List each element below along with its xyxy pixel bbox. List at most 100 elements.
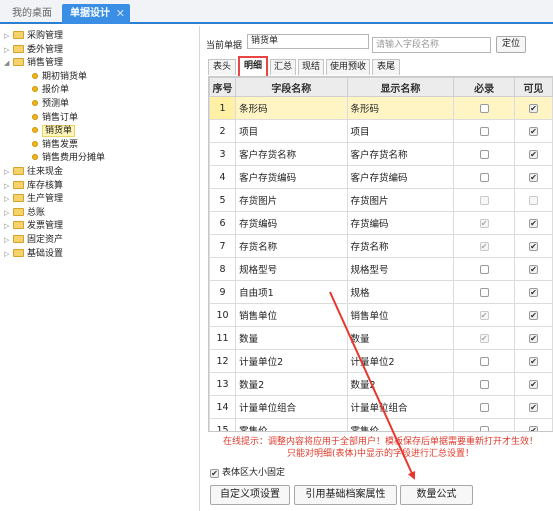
tree-folder[interactable]: ▷ 固定资产 [4, 234, 63, 247]
display-name-cell: 客户存货编码 [346, 165, 455, 189]
required-checkbox[interactable] [479, 264, 489, 274]
required-checkbox: ✔ [479, 310, 489, 320]
tree-item[interactable]: 销售费用分摊单 [32, 152, 105, 165]
table-row[interactable]: 15 零售价 零售价 ✔ [209, 418, 553, 431]
visible-checkbox[interactable]: ✔ [528, 172, 538, 182]
visible-checkbox[interactable]: ✔ [528, 264, 538, 274]
visible-cell: ✔ [513, 96, 553, 120]
required-checkbox[interactable] [479, 356, 489, 366]
tab-my-desktop[interactable]: 我的桌面 [4, 4, 60, 24]
table-row[interactable]: 2 项目 项目 ✔ [209, 119, 553, 143]
visible-checkbox[interactable]: ✔ [528, 287, 538, 297]
visible-checkbox[interactable]: ✔ [528, 310, 538, 320]
tree-folder[interactable]: ▷ 委外管理 [4, 44, 63, 57]
required-checkbox[interactable] [479, 103, 489, 113]
tree-item[interactable]: 期初销货单 [32, 71, 87, 84]
table-row[interactable]: 8 规格型号 规格型号 ✔ [209, 257, 553, 281]
tree-item[interactable]: 销售订单 [32, 112, 78, 125]
table-row[interactable]: 14 计量单位组合 计量单位组合 ✔ [209, 395, 553, 419]
tree-folder[interactable]: ▷ 基础设置 [4, 248, 63, 261]
visible-checkbox[interactable]: ✔ [528, 356, 538, 366]
tab-5[interactable]: 表尾 [372, 59, 400, 75]
tree-item-label: 报价单 [42, 85, 70, 96]
expand-toggle-icon[interactable]: ▷ [4, 248, 11, 261]
row-number-cell: 7 [209, 234, 237, 258]
visible-checkbox[interactable]: ✔ [528, 241, 538, 251]
visible-checkbox[interactable]: ✔ [528, 379, 538, 389]
tab-3[interactable]: 现结 [298, 59, 324, 75]
field-search-input[interactable]: 请输入字段名称 [372, 37, 491, 53]
tab-2[interactable]: 汇总 [270, 59, 296, 75]
table-row[interactable]: 3 客户存货名称 客户存货名称 ✔ [209, 142, 553, 166]
folder-icon [13, 194, 24, 203]
fix-size-checkbox[interactable]: ✔ [210, 469, 219, 478]
expand-toggle-icon[interactable]: ▷ [4, 30, 11, 43]
table-row[interactable]: 10 销售单位 销售单位 ✔ ✔ [209, 303, 553, 327]
tree-folder[interactable]: ▷ 往来现金 [4, 166, 63, 179]
tab-0[interactable]: 表头 [208, 59, 236, 75]
table-row[interactable]: 11 数量 数量 ✔ ✔ [209, 326, 553, 350]
visible-checkbox[interactable]: ✔ [528, 218, 538, 228]
table-row[interactable]: 4 客户存货编码 客户存货编码 ✔ [209, 165, 553, 189]
current-document-field[interactable]: 销货单 [247, 34, 369, 49]
fix-size-option[interactable]: ✔ 表体区大小固定 [210, 468, 285, 479]
tree-item[interactable]: 销售发票 [32, 139, 78, 152]
notice-line-2: 只能对明细(表体)中显示的字段进行汇总设置！ [286, 449, 475, 459]
column-header: 可见 [513, 77, 553, 97]
required-cell [453, 165, 515, 189]
required-checkbox[interactable] [479, 425, 489, 431]
expand-toggle-icon[interactable]: ▷ [4, 207, 11, 220]
quantity-formula-button[interactable]: 数量公式 [400, 485, 473, 505]
required-checkbox[interactable] [479, 126, 489, 136]
expand-toggle-icon[interactable]: ▷ [4, 44, 11, 57]
tree-folder[interactable]: ◢ 销售管理 [4, 57, 63, 70]
expand-toggle-icon[interactable]: ▷ [4, 180, 11, 193]
tree-folder[interactable]: ▷ 发票管理 [4, 220, 63, 233]
required-cell [453, 96, 515, 120]
folder-icon [13, 248, 24, 257]
required-checkbox[interactable] [479, 379, 489, 389]
expand-toggle-icon[interactable]: ▷ [4, 220, 11, 233]
close-icon[interactable]: ✕ [116, 4, 125, 24]
visible-checkbox[interactable]: ✔ [528, 425, 538, 431]
document-dot-icon [32, 100, 38, 106]
required-checkbox[interactable] [479, 402, 489, 412]
visible-checkbox[interactable]: ✔ [528, 333, 538, 343]
tree-folder[interactable]: ▷ 生产管理 [4, 193, 63, 206]
expand-toggle-icon[interactable]: ▷ [4, 166, 11, 179]
visible-checkbox[interactable]: ✔ [528, 126, 538, 136]
folder-icon [13, 44, 24, 53]
tab-4[interactable]: 使用预收 [326, 59, 370, 75]
tab-1[interactable]: 明细 [238, 56, 268, 78]
table-row[interactable]: 6 存货编码 存货编码 ✔ ✔ [209, 211, 553, 235]
required-checkbox[interactable] [479, 149, 489, 159]
tree-item[interactable]: 报价单 [32, 84, 69, 97]
table-row[interactable]: 12 计量单位2 计量单位2 ✔ [209, 349, 553, 373]
visible-checkbox[interactable] [528, 195, 538, 205]
reference-archive-attribute-button[interactable]: 引用基础档案属性 [294, 485, 397, 505]
expand-toggle-icon[interactable]: ▷ [4, 234, 11, 247]
tree-folder[interactable]: ▷ 采购管理 [4, 30, 63, 43]
table-row[interactable]: 1 条形码 条形码 ✔ [209, 96, 553, 120]
custom-item-settings-button[interactable]: 自定义项设置 [210, 485, 290, 505]
visible-checkbox[interactable]: ✔ [528, 402, 538, 412]
table-row[interactable]: 7 存货名称 存货名称 ✔ ✔ [209, 234, 553, 258]
tree-item[interactable]: 预测单 [32, 98, 69, 111]
visible-checkbox[interactable]: ✔ [528, 103, 538, 113]
required-checkbox[interactable] [479, 172, 489, 182]
required-checkbox[interactable] [479, 287, 489, 297]
expand-toggle-icon[interactable]: ▷ [4, 193, 11, 206]
tree-item[interactable]: 销货单 [32, 125, 76, 138]
tree-folder[interactable]: ▷ 总账 [4, 207, 45, 220]
table-row[interactable]: 9 自由项1 规格 ✔ [209, 280, 553, 304]
tree-item-label: 预测单 [42, 99, 70, 109]
visible-cell: ✔ [513, 349, 553, 373]
tab-document-design[interactable]: 单据设计 ✕ [62, 4, 130, 24]
table-row[interactable]: 13 数量2 数量2 ✔ [209, 372, 553, 396]
table-row[interactable]: 5 存货图片 存货图片 [209, 188, 553, 212]
tree-item-label: 库存核算 [27, 180, 64, 191]
expand-toggle-icon[interactable]: ◢ [4, 57, 11, 70]
tree-folder[interactable]: ▷ 库存核算 [4, 180, 63, 193]
locate-button[interactable]: 定位 [496, 36, 526, 53]
visible-checkbox[interactable]: ✔ [528, 149, 538, 159]
